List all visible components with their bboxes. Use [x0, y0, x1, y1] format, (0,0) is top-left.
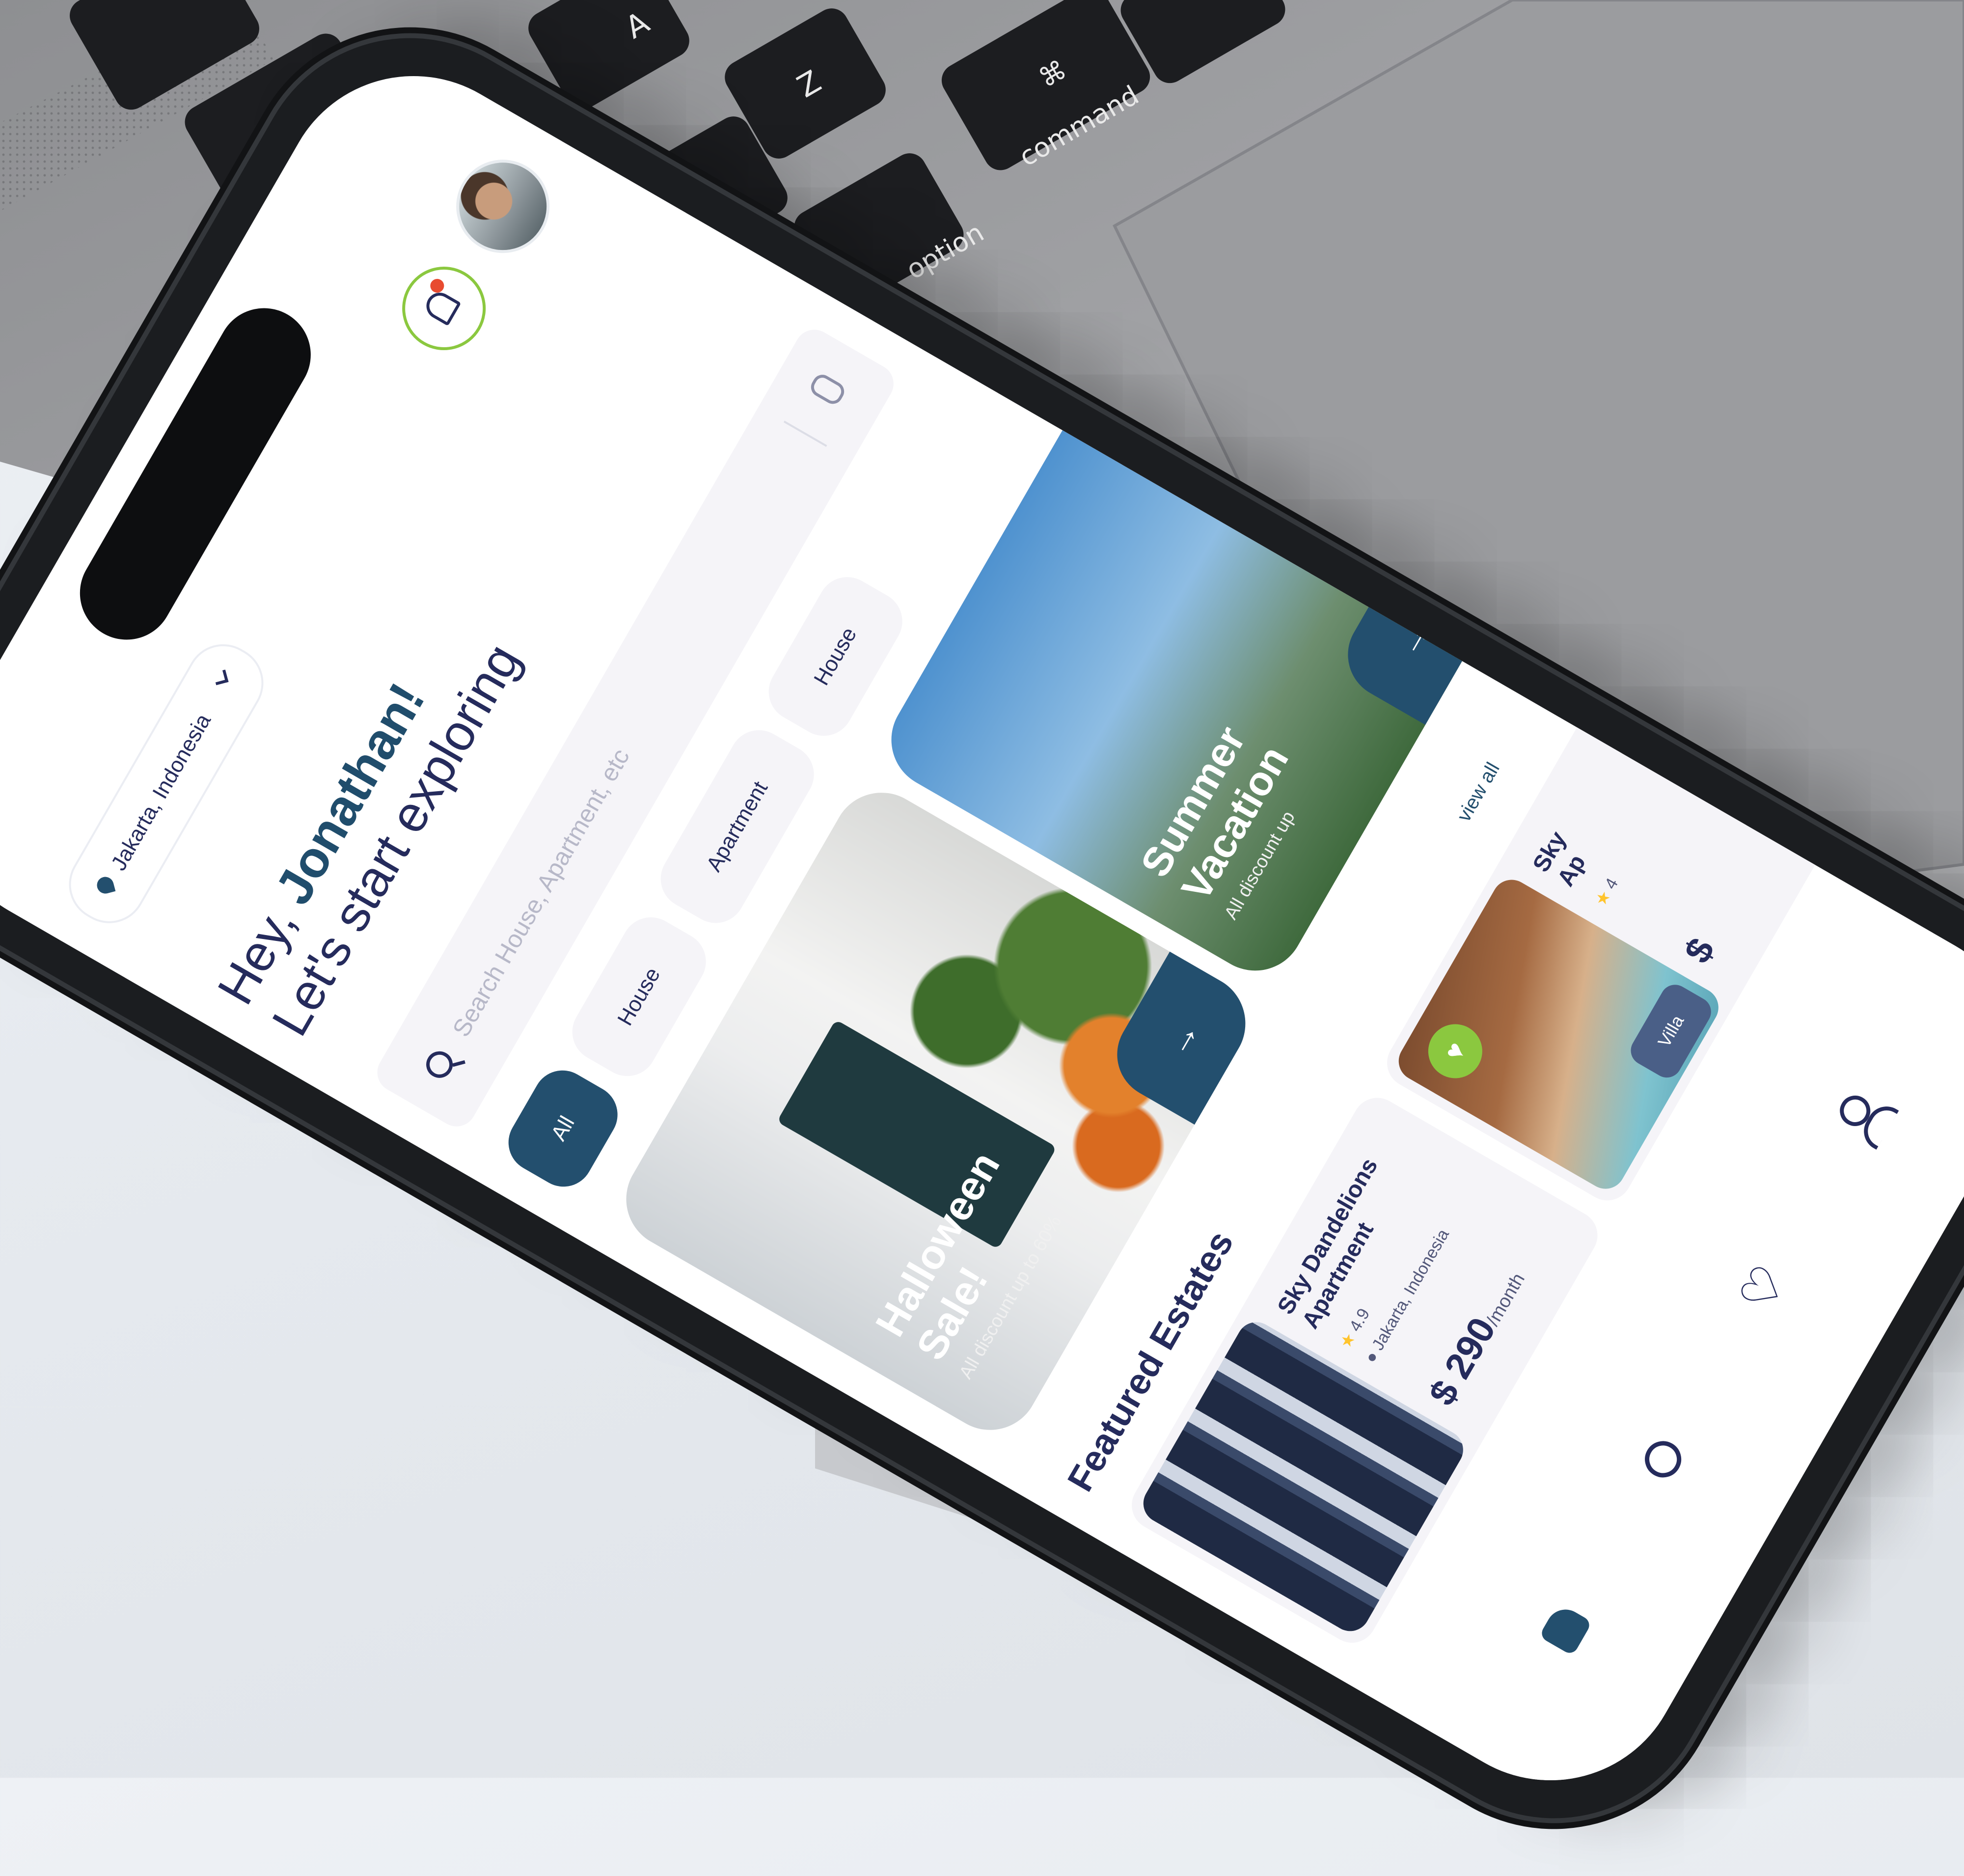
notification-button[interactable] [387, 251, 501, 366]
price-period: /month [1482, 1269, 1529, 1330]
location-selector[interactable]: Jakarta, Indonesia [55, 631, 277, 937]
estate-rating: ★ 4 [1591, 875, 1622, 910]
estate-location-text: Jakarta, Indonesia [1368, 1226, 1453, 1353]
view-all-link[interactable]: view all [1453, 759, 1504, 826]
estate-name: Sky Ap [1527, 827, 1597, 891]
estate-image [1136, 1315, 1471, 1638]
photo-scene: A Z ⌘ command option control Jakarta, In… [0, 0, 1964, 1876]
rating-value: 4.9 [1345, 1305, 1374, 1335]
category-chip-house-2[interactable]: House [758, 566, 913, 747]
location-pin-icon [95, 875, 116, 896]
arrow-right-icon[interactable]: → [1101, 951, 1263, 1125]
estate-name: Sky Dandelions Apartment [1272, 1153, 1409, 1334]
search-icon [421, 1046, 458, 1083]
category-chip-all[interactable]: All [497, 1059, 628, 1198]
star-icon: ★ [1336, 1329, 1360, 1352]
estate-type-tag: Villa [1625, 979, 1717, 1083]
estate-price: $ [1676, 931, 1723, 970]
rating-value: 4 [1601, 875, 1622, 893]
avatar[interactable] [439, 142, 567, 270]
search-divider [783, 420, 827, 447]
heart-icon[interactable]: ♡ [1723, 1248, 1803, 1329]
home-icon[interactable] [1527, 1589, 1607, 1669]
star-icon: ★ [1591, 887, 1615, 910]
heart-icon[interactable]: ♥ [1418, 1014, 1493, 1088]
notification-dot [428, 276, 447, 296]
estate-price: $ 290/month [1420, 1261, 1533, 1413]
price-value: $ 290 [1421, 1310, 1504, 1412]
location-label: Jakarta, Indonesia [106, 710, 216, 875]
estate-location: ● Jakarta, Indonesia [1361, 1226, 1453, 1366]
promo-title: Summer Vacation [1131, 714, 1298, 908]
price-value: $ [1676, 931, 1723, 970]
location-pin-icon: ● [1361, 1348, 1383, 1366]
category-chip-house[interactable]: House [561, 906, 717, 1087]
chevron-down-icon [213, 669, 229, 686]
microphone-icon[interactable] [807, 371, 848, 408]
bell-icon [421, 288, 462, 326]
category-chips: All House Apartment House [497, 566, 913, 1198]
profile-icon[interactable] [1821, 1078, 1902, 1159]
search-icon[interactable] [1625, 1418, 1705, 1499]
